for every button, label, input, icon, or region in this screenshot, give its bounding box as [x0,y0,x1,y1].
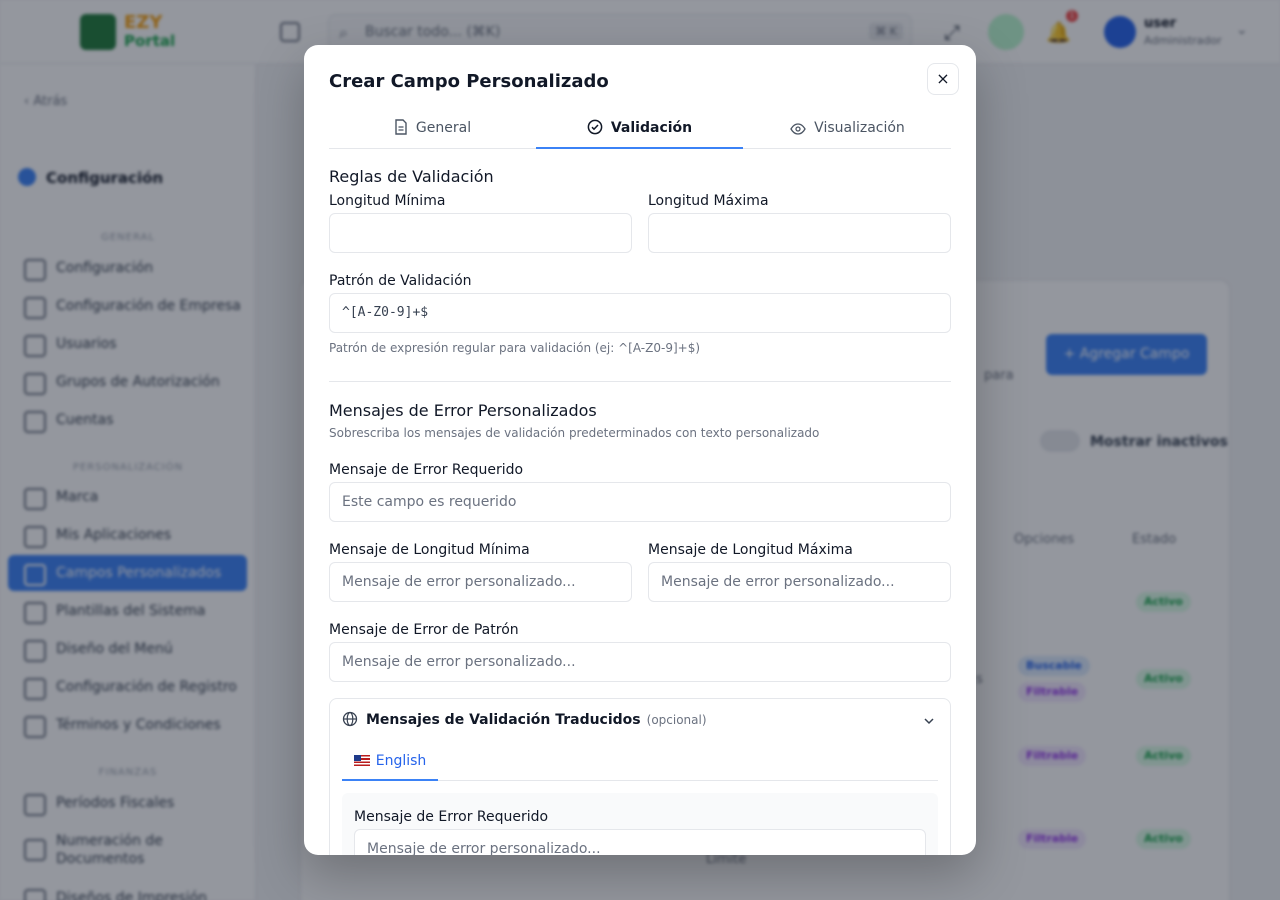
translated-messages-toggle[interactable]: Mensajes de Validación Traducidos (opcion… [342,711,707,731]
required-error-placeholder: Este campo es requerido [342,494,517,510]
max-length-input[interactable] [648,213,951,253]
pattern-error-input[interactable]: Mensaje de error personalizado... [329,642,951,682]
max-length-error-placeholder: Mensaje de error personalizado... [661,574,895,590]
min-length-error-placeholder: Mensaje de error personalizado... [342,574,576,590]
pattern-hint: Patrón de expresión regular para validac… [329,341,701,355]
min-length-label: Longitud Mínima [329,193,446,209]
required-error-input[interactable]: Este campo es requerido [329,482,951,522]
max-length-label: Longitud Máxima [648,193,769,209]
tab-english-label: English [375,753,427,769]
close-button[interactable]: × [927,63,959,95]
tab-validacion[interactable]: Validación [536,111,743,149]
eye-icon [790,114,806,148]
max-length-error-label: Mensaje de Longitud Máxima [648,542,853,558]
optional-tag: (opcional) [646,713,707,727]
tab-visualizacion[interactable]: Visualización [744,111,951,149]
tab-general[interactable]: General [329,111,536,149]
document-icon [394,114,408,148]
english-translation-panel: Mensaje de Error Requerido Mensaje de er… [342,793,938,855]
us-flag-icon [353,755,370,766]
min-length-error-input[interactable]: Mensaje de error personalizado... [329,562,632,602]
tab-validacion-label: Validación [610,120,693,136]
dialog-tabs: General Validación Visualización [329,111,951,149]
create-custom-field-dialog: Crear Campo Personalizado × General Vali… [304,45,976,855]
pattern-error-label: Mensaje de Error de Patrón [329,622,519,638]
translated-messages-panel: Mensajes de Validación Traducidos (opcion… [329,698,951,855]
error-messages-heading: Mensajes de Error Personalizados [329,401,597,420]
pattern-label: Patrón de Validación [329,273,472,289]
section-divider [329,381,951,382]
globe-icon [342,711,358,731]
translated-messages-heading: Mensajes de Validación Traducidos [366,712,641,728]
tab-english[interactable]: English [342,747,438,781]
check-circle-icon [587,114,603,148]
translated-required-placeholder: Mensaje de error personalizado... [367,841,601,855]
dialog-title: Crear Campo Personalizado [329,71,609,92]
error-messages-subtitle: Sobrescriba los mensajes de validación p… [329,426,820,440]
tab-general-label: General [415,120,472,136]
min-length-input[interactable] [329,213,632,253]
max-length-error-input[interactable]: Mensaje de error personalizado... [648,562,951,602]
translated-required-label: Mensaje de Error Requerido [354,809,549,825]
close-icon: × [936,69,950,88]
pattern-error-placeholder: Mensaje de error personalizado... [342,654,576,670]
validation-rules-heading: Reglas de Validación [329,167,494,186]
pattern-input[interactable]: ^[A-Z0-9]+$ [329,293,951,333]
min-length-error-label: Mensaje de Longitud Mínima [329,542,530,558]
tab-visualizacion-label: Visualización [814,120,905,136]
required-error-label: Mensaje de Error Requerido [329,462,524,478]
chevron-down-icon[interactable] [922,713,936,732]
translated-required-input[interactable]: Mensaje de error personalizado... [354,829,926,855]
language-tabs: English [342,747,938,781]
